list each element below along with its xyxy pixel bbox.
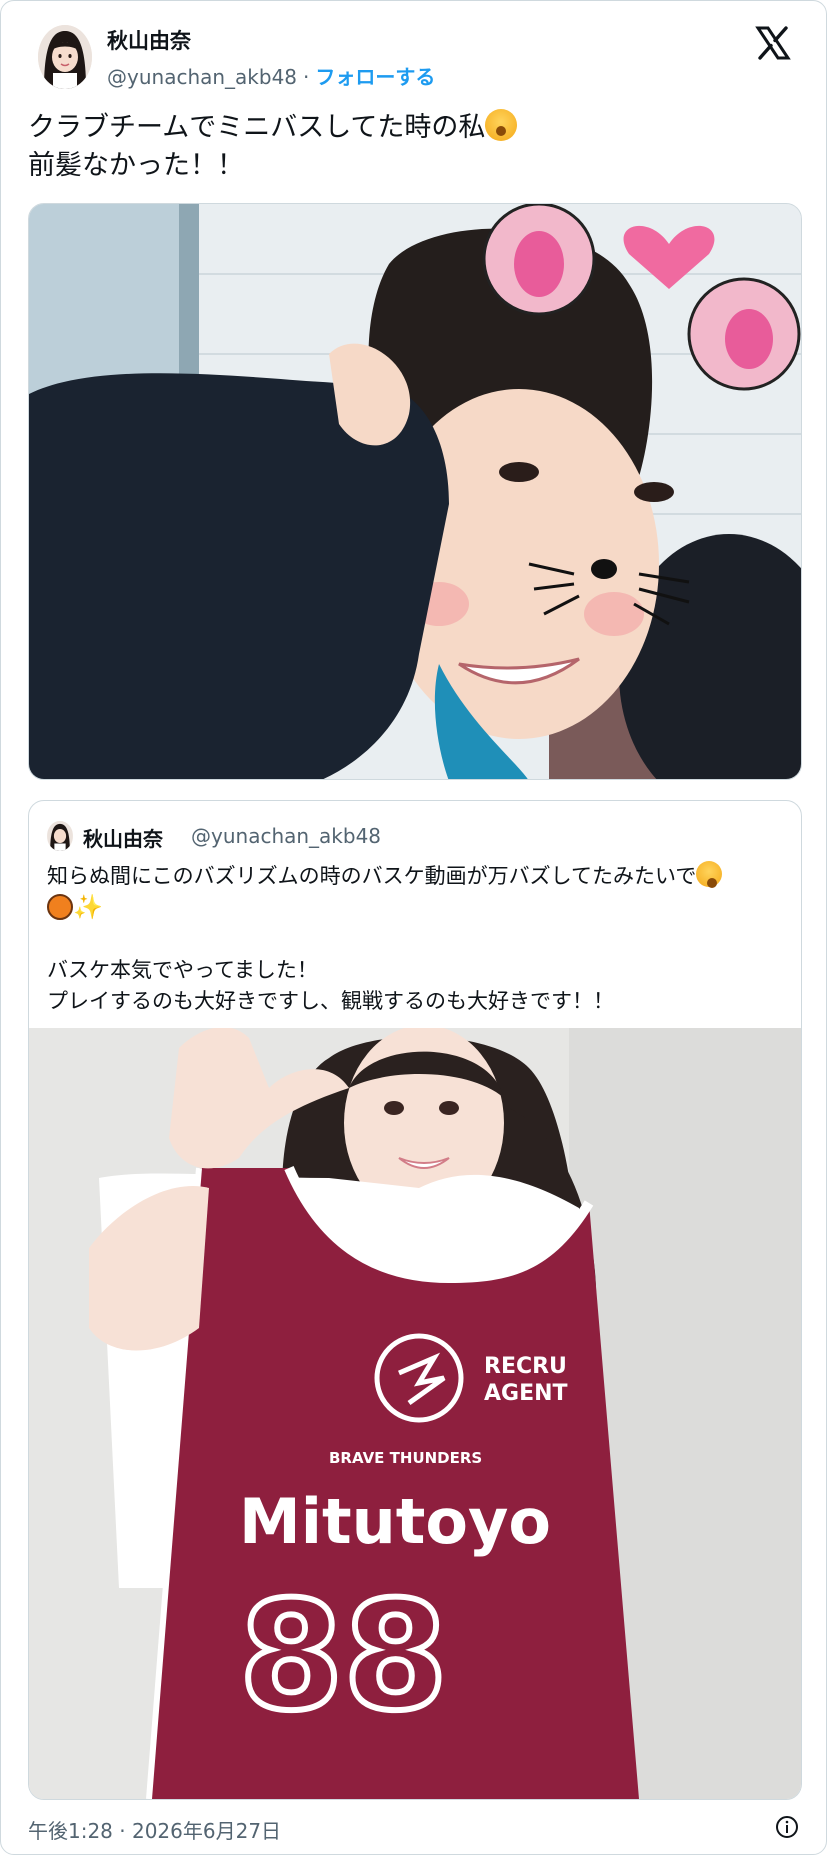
- quoted-author-name: 秋山由奈: [83, 827, 163, 851]
- sparkles-icon: ✨: [73, 893, 103, 921]
- tweet-text-line-2: 前髪なかった！！: [28, 150, 244, 181]
- yawning-face-emoji-icon: [696, 861, 723, 888]
- svg-text:RECRU: RECRU: [484, 1354, 567, 1379]
- tweet-text: クラブチームでミニバスしてた時の私 前髪なかった！！: [28, 109, 798, 185]
- info-icon[interactable]: [775, 1815, 799, 1839]
- basketball-icon: [47, 894, 73, 920]
- tweet-text-line-1-content: クラブチームでミニバスしてた時の私: [28, 112, 486, 143]
- quoted-text-line-1: 知らぬ間にこのバズリズムの時のバスケ動画が万バズしてたみたいで: [47, 861, 787, 892]
- quoted-author-handle: @yunachan_akb48: [191, 824, 382, 848]
- author-handle-row: @yunachan_akb48 · フォローする: [107, 61, 435, 90]
- tweet-photo[interactable]: [28, 203, 802, 780]
- svg-text:Mitutoyo: Mitutoyo: [239, 1485, 551, 1558]
- quoted-tweet[interactable]: 秋山由奈 @yunachan_akb48 知らぬ間にこのバズリズムの時のバスケ動…: [28, 800, 802, 1800]
- quoted-text-line-2: ✨: [47, 892, 787, 924]
- quoted-text-blank-line: [47, 924, 787, 955]
- quoted-text-line-1-content: 知らぬ間にこのバズリズムの時のバスケ動画が万バズしてたみたいで: [47, 864, 697, 888]
- author-avatar[interactable]: [38, 25, 92, 89]
- author-name[interactable]: 秋山由奈: [107, 25, 191, 55]
- quoted-tweet-photo[interactable]: RECRU AGENT BRAVE THUNDERS Mitutoyo 88: [29, 1028, 801, 1799]
- separator-dot: ·: [303, 65, 310, 89]
- quoted-text-line-4: プレイするのも大好きですし、観戦するのも大好きです！！: [47, 989, 614, 1013]
- svg-text:AGENT: AGENT: [484, 1381, 568, 1406]
- quoted-author-avatar: [47, 821, 73, 851]
- svg-text:88: 88: [239, 1570, 448, 1744]
- embedded-tweet-card: 秋山由奈 @yunachan_akb48 · フォローする クラブチームでミニバスし…: [0, 0, 827, 1855]
- follow-button[interactable]: フォローする: [315, 65, 435, 89]
- quoted-tweet-text: 知らぬ間にこのバズリズムの時のバスケ動画が万バズしてたみたいで ✨ バスケ本気で…: [47, 861, 787, 1017]
- svg-text:BRAVE THUNDERS: BRAVE THUNDERS: [329, 1449, 482, 1467]
- yawning-face-emoji-icon: [485, 109, 518, 141]
- quoted-text-line-3: バスケ本気でやってました！: [47, 958, 318, 982]
- tweet-text-line-1: クラブチームでミニバスしてた時の私: [28, 109, 798, 147]
- x-logo-icon[interactable]: [755, 25, 791, 61]
- tweet-timestamp[interactable]: 午後1:28 · 2026年6月27日: [28, 1815, 281, 1844]
- author-handle[interactable]: @yunachan_akb48: [107, 65, 297, 89]
- tweet-header: 秋山由奈 @yunachan_akb48 · フォローする: [28, 21, 803, 93]
- tweet-footer: 午後1:28 · 2026年6月27日: [28, 1816, 803, 1854]
